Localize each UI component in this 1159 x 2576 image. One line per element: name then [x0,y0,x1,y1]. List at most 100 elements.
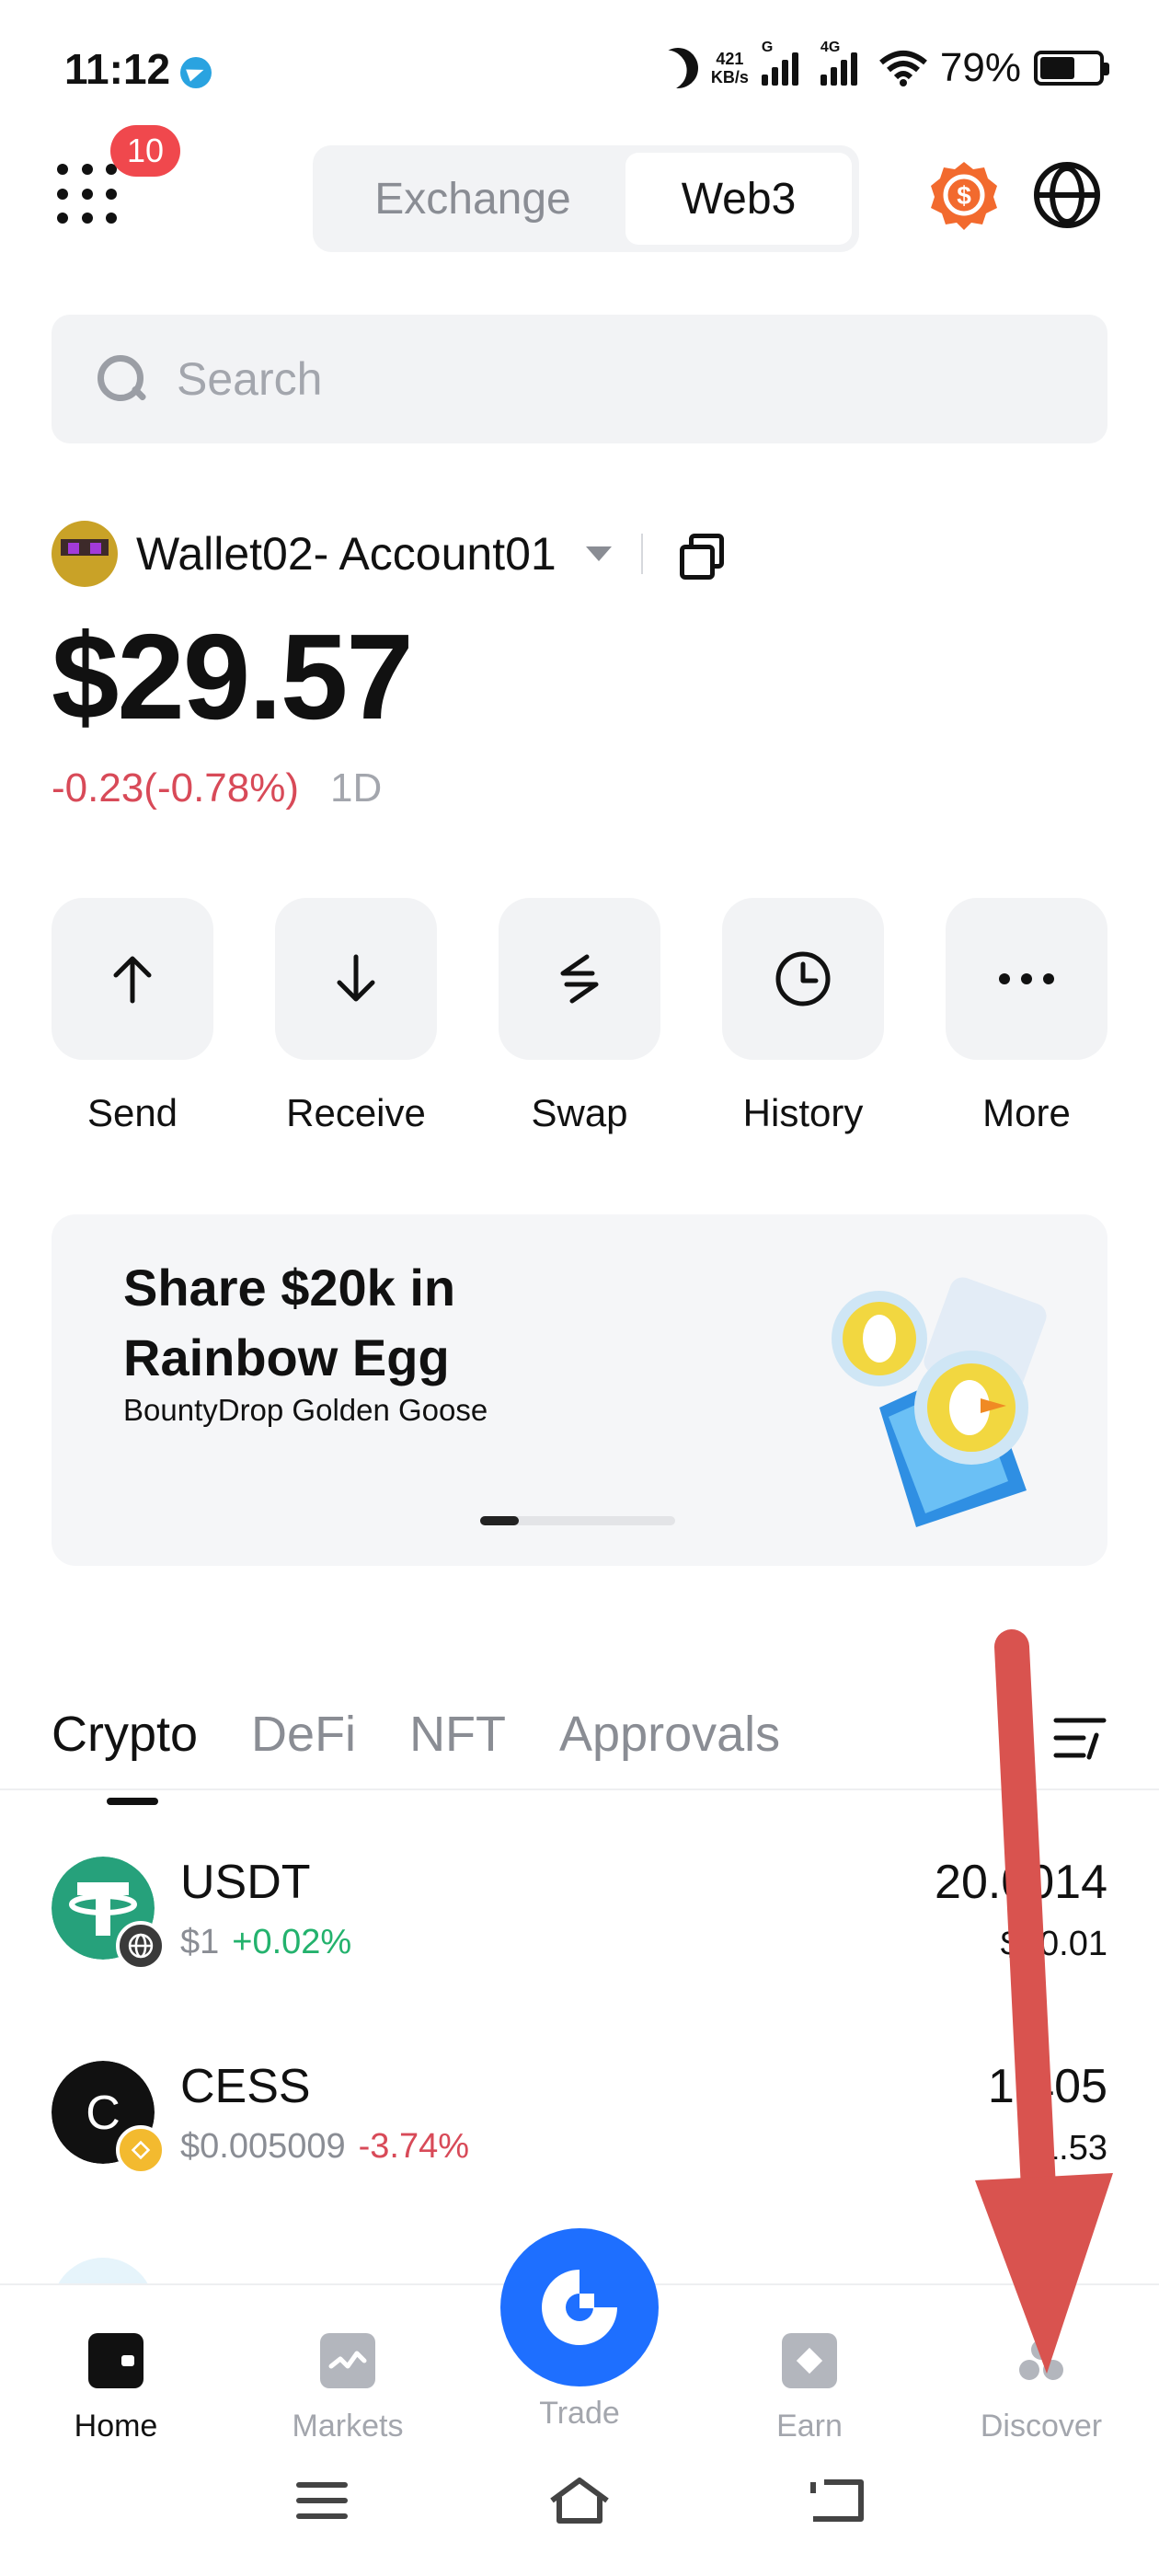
signal-icon: G [761,40,808,86]
network-speed-value: 421 [716,50,744,68]
asset-change: +0.02% [232,1923,352,1961]
caret-down-icon[interactable] [585,546,612,561]
search-icon [98,355,145,403]
clock-icon [775,951,831,1006]
nav-markets[interactable]: Markets [256,2333,440,2444]
recent-apps-icon[interactable] [296,2482,348,2519]
nav-earn[interactable]: Earn [717,2333,901,2444]
tab-approvals[interactable]: Approvals [559,1706,780,1763]
arrow-up-icon [113,956,152,1004]
balance-change: -0.23(-0.78%) 1D [52,765,382,811]
asset-price-row: $0.005009 -3.74% [180,2127,469,2167]
banner-title: Share $20k in Rainbow Egg [123,1259,456,1386]
battery-percent: 79% [939,45,1021,90]
asset-symbol: USDT [180,1856,311,1909]
signal-type-label-2: 4G [820,40,841,55]
tab-defi[interactable]: DeFi [251,1706,356,1763]
signal-icon-2: 4G [820,40,866,86]
asset-value: $20.01 [1000,1925,1107,1963]
nav-discover[interactable]: Discover [949,2333,1133,2444]
filter-sort-icon[interactable] [1052,1715,1107,1761]
search-input[interactable] [177,352,1004,406]
search-bar[interactable] [52,315,1107,443]
history-button[interactable]: History [722,898,884,1135]
receive-label: Receive [286,1091,426,1134]
svg-text:$: $ [957,181,971,210]
apps-grid-icon[interactable] [57,164,121,228]
golden-goose-coins-image [832,1277,1047,1527]
balance-change-period[interactable]: 1D [330,765,382,811]
account-selector[interactable]: Wallet02- Account01 [52,517,724,591]
history-tile[interactable] [722,898,884,1060]
arrow-down-icon [337,954,375,1002]
asset-amount: 20.0014 [935,1856,1107,1909]
top-bar: 10 Exchange Web3 $ [0,125,1159,252]
trade-button[interactable] [500,2228,659,2386]
send-label: Send [86,1091,178,1134]
mode-switch: Exchange Web3 [313,145,859,252]
network-speed-unit: KB/s [710,68,749,86]
back-icon[interactable] [806,2477,866,2524]
send-button[interactable]: Send [52,898,213,1135]
telegram-icon [180,57,212,88]
markets-chart-icon [320,2333,375,2388]
tab-exchange[interactable]: Exchange [320,153,625,245]
nav-home-label: Home [74,2409,158,2444]
earn-icon [782,2333,837,2388]
asset-row-usdt[interactable]: USDT $1 +0.02% 20.0014 $20.01 [52,1849,1107,1971]
nav-earn-label: Earn [776,2409,843,2444]
swap-button[interactable]: Swap [499,898,660,1135]
account-avatar [52,521,118,587]
svg-text:C: C [86,2087,120,2140]
more-label: More [982,1091,1071,1134]
promo-banner[interactable]: Share $20k in Rainbow Egg BountyDrop Gol… [52,1214,1107,1566]
history-label: History [742,1091,864,1134]
copy-icon[interactable] [679,534,724,580]
asset-price: $0.005009 [180,2127,346,2166]
bnb-chain-icon [116,2125,166,2175]
swap-label: Swap [531,1091,628,1134]
banner-subtitle: BountyDrop Golden Goose [123,1393,488,1427]
more-icon [999,973,1054,984]
swap-tile[interactable] [499,898,660,1060]
asset-change: -3.74% [358,2127,470,2166]
asset-price-row: $1 +0.02% [180,1923,351,1962]
asset-symbol: CESS [180,2060,311,2113]
asset-tabs: Crypto DeFi NFT Approvals [52,1684,1107,1805]
tab-crypto[interactable]: Crypto [52,1706,198,1805]
nav-home[interactable]: Home [24,2333,208,2444]
more-tile[interactable] [946,898,1107,1060]
status-icons: 421 KB/s G 4G 79% [658,40,1109,96]
do-not-disturb-icon [650,40,706,96]
total-balance: $29.57 [52,609,414,744]
asset-row-cess[interactable]: C CESS $0.005009 -3.74% 1,405 $1.53 [52,2053,1107,2175]
wifi-icon [879,50,927,86]
notification-badge: 10 [110,125,180,177]
send-tile[interactable] [52,898,213,1060]
more-button[interactable]: More [946,898,1107,1135]
home-icon[interactable] [546,2475,613,2526]
divider [640,534,643,574]
rewards-badge-icon[interactable]: $ [929,160,999,230]
tab-nft[interactable]: NFT [409,1706,506,1763]
quick-actions: Send Receive Swap History More [52,898,1107,1135]
account-name[interactable]: Wallet02- Account01 [136,527,557,581]
tab-web3[interactable]: Web3 [625,153,852,245]
tabs-divider [0,1788,1159,1790]
discover-icon [1019,2340,1063,2380]
balance-change-value: -0.23(-0.78%) [52,765,300,811]
receive-tile[interactable] [275,898,437,1060]
language-globe-icon[interactable] [1034,162,1100,228]
status-time: 11:12 [64,45,171,93]
battery-icon [1034,51,1109,86]
receive-button[interactable]: Receive [275,898,437,1135]
wallet-icon [88,2333,143,2388]
nav-trade-label[interactable]: Trade [488,2396,671,2432]
swap-icon [560,954,599,1004]
asset-amount: 1,405 [987,2060,1107,2113]
system-nav-bar [0,2447,1159,2558]
status-bar: 11:12 421 KB/s G 4G 79% [0,0,1159,138]
nav-discover-label: Discover [980,2409,1103,2444]
network-globe-icon [116,1921,166,1971]
asset-value: $1.53 [1019,2129,1107,2168]
